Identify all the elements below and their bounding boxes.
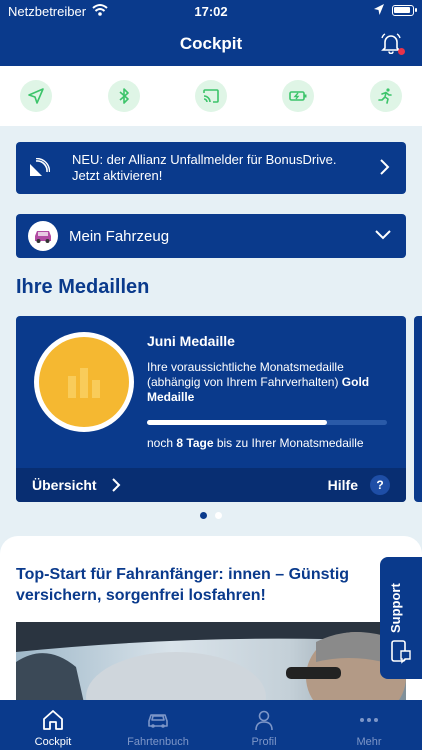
- days-suffix: bis zu Ihrer Monatsmedaille: [216, 436, 364, 450]
- car-icon: [148, 714, 168, 728]
- user-icon: [255, 710, 273, 731]
- medal-progress-fill: [147, 420, 327, 425]
- medal-description: Ihre voraussichtliche Monatsmedaille (ab…: [147, 360, 397, 405]
- carousel-pager: [0, 512, 422, 519]
- next-medal-card[interactable]: [414, 316, 422, 502]
- banner-text: NEU: der Allianz Unfallmelder für BonusD…: [72, 152, 337, 183]
- chevron-down-icon: [375, 230, 391, 240]
- medal-progress-bar: [147, 420, 387, 425]
- chevron-right-icon: [380, 159, 390, 175]
- cast-icon[interactable]: [195, 80, 227, 112]
- crash-sensor-icon: [30, 158, 50, 176]
- support-button[interactable]: Support: [380, 557, 422, 679]
- home-icon: [43, 710, 63, 730]
- overview-link[interactable]: Übersicht: [32, 477, 97, 493]
- unfallmelder-banner[interactable]: NEU: der Allianz Unfallmelder für BonusD…: [16, 142, 406, 194]
- chat-phone-icon: [391, 640, 411, 664]
- vehicle-label: Mein Fahrzeug: [69, 228, 170, 245]
- nav-bar: Cockpit: [0, 22, 422, 66]
- help-icon[interactable]: ?: [370, 475, 390, 495]
- pager-dot[interactable]: [215, 512, 222, 519]
- medal-title: Juni Medaille: [147, 333, 235, 349]
- help-link[interactable]: Hilfe: [328, 477, 358, 493]
- tab-profil[interactable]: Profil: [211, 700, 317, 750]
- tab-label: Cockpit: [34, 736, 72, 748]
- medals-section-title: Ihre Medaillen: [16, 276, 150, 298]
- bar-chart-icon: [68, 368, 100, 398]
- tab-cockpit[interactable]: Cockpit: [0, 700, 106, 750]
- vehicle-selector[interactable]: Mein Fahrzeug: [16, 214, 406, 258]
- tab-label: Profil: [251, 736, 277, 748]
- bluetooth-icon[interactable]: [108, 80, 140, 112]
- chevron-right-icon: [112, 478, 121, 492]
- more-dots-icon: [360, 718, 378, 722]
- tab-label: Fahrtenbuch: [127, 736, 189, 748]
- tab-mehr[interactable]: Mehr: [316, 700, 422, 750]
- days-prefix: noch: [147, 436, 174, 450]
- battery-charging-icon[interactable]: [282, 80, 314, 112]
- pager-dot[interactable]: [200, 512, 207, 519]
- car-avatar-icon: [28, 221, 58, 251]
- clock: 17:02: [194, 4, 228, 19]
- notification-bell-icon[interactable]: [380, 32, 405, 56]
- tab-bar: Cockpit Fahrtenbuch Profil Mehr: [0, 700, 422, 750]
- medal-badge: [34, 332, 134, 432]
- days-value: 8 Tage: [176, 436, 214, 450]
- support-label: Support: [388, 583, 403, 633]
- medal-card-footer: Übersicht Hilfe ?: [16, 468, 406, 502]
- running-person-icon[interactable]: [370, 80, 402, 112]
- medal-card[interactable]: Juni Medaille Ihre voraussichtliche Mona…: [16, 316, 406, 502]
- promo-image[interactable]: [16, 622, 406, 712]
- quick-actions-bar: [0, 66, 422, 126]
- status-bar: Netzbetreiber 17:02: [0, 0, 422, 22]
- days-remaining: noch 8 Tage bis zu Ihrer Monatsmedaille: [147, 436, 364, 450]
- notification-dot: [398, 48, 405, 55]
- page-title: Cockpit: [179, 34, 243, 53]
- tab-label: Mehr: [356, 736, 382, 748]
- medal-description-text: Ihre voraussichtliche Monatsmedaille (ab…: [147, 360, 344, 389]
- promo-title[interactable]: Top-Start für Fahranfänger: innen – Güns…: [16, 564, 376, 606]
- tab-fahrtenbuch[interactable]: Fahrtenbuch: [105, 700, 211, 750]
- location-arrow-icon[interactable]: [20, 80, 52, 112]
- location-services-icon: [374, 4, 384, 15]
- battery-icon: [392, 5, 417, 16]
